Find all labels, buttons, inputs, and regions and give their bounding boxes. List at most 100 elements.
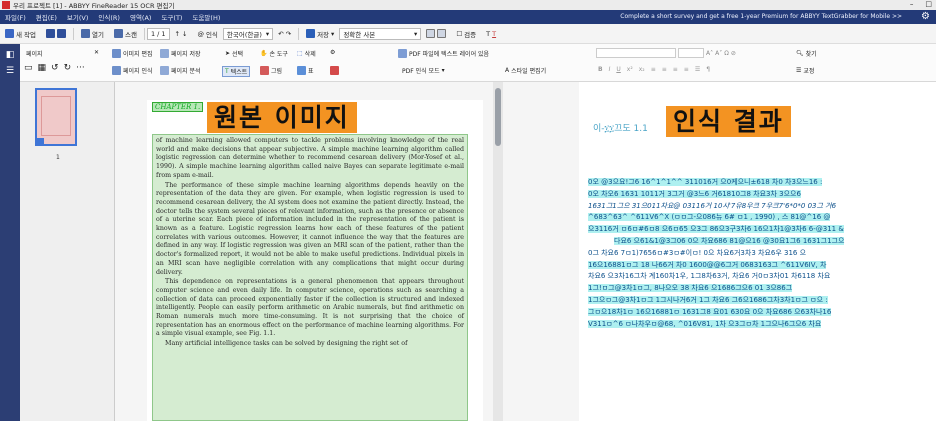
arrow-down-icon[interactable]: ↓ [182, 30, 187, 38]
ocr-line: V311ㅁ^6 ㅁ나차우ㅁ@68, ^016V81, 1차 으3그ㅁ차 1그으나… [588, 319, 822, 328]
area-options-button[interactable]: ⚙ [330, 49, 335, 56]
text-underline-icon[interactable]: T [492, 30, 496, 38]
ocr-line: 1그으ㅁ그@3차1ㅁ그 1그시나거6거 1그 차요6 그6으1686그차3차1ㅁ… [588, 295, 828, 304]
paragraph-icon[interactable]: ¶ [706, 66, 710, 73]
thumbnail-number: 1 [56, 154, 60, 161]
list-icon[interactable]: ☰ [695, 66, 700, 73]
hand-tool[interactable]: ✋ 손 도구 [260, 49, 288, 58]
pdf-layer-option[interactable]: PDF 파일에 텍스트 레이어 있음 [398, 49, 489, 58]
select-tool[interactable]: ➤ 선택 [225, 49, 243, 58]
text-cursor-icon[interactable]: T [486, 30, 490, 38]
divider [298, 27, 300, 40]
pages-view-icon[interactable]: ◧ [0, 50, 20, 60]
layers-button[interactable] [41, 29, 71, 38]
align-right-icon[interactable]: ≡ [673, 66, 678, 73]
list-view-icon[interactable]: ☰ [0, 66, 20, 76]
view-mode-icon[interactable] [426, 29, 436, 38]
pdf-mode-select[interactable]: PDF 인식 모드 ▾ [402, 66, 445, 75]
page-save-label: 페이지 저장 [171, 51, 201, 58]
grid-icon[interactable]: ▦ [38, 63, 47, 73]
open-button[interactable]: 열기 [76, 29, 109, 39]
more-icon[interactable]: ··· [76, 63, 85, 73]
special-chars-icon[interactable]: Ω [724, 50, 729, 57]
menu-bar: 파일(F) 편집(E) 보기(V) 인식(R) 영역(A) 도구(T) 도움말(… [0, 10, 936, 24]
justify-icon[interactable]: ≡ [684, 66, 689, 73]
font-name-input[interactable] [596, 48, 676, 58]
underline-icon[interactable]: U [616, 66, 620, 73]
picture-area-button[interactable]: 그림 [260, 66, 282, 75]
italic-icon[interactable]: I [609, 66, 611, 73]
text-view-icon[interactable] [437, 29, 447, 38]
window-title: 우리 프로젝트 [1] - ABBYY FineReader 15 OCR 편집… [13, 2, 175, 10]
page-thumbnail[interactable] [35, 88, 77, 146]
menu-help[interactable]: 도움말(H) [187, 12, 225, 22]
find-button[interactable]: 🔍︎ 찾기 [796, 49, 817, 58]
language-value: 한국어(한글) [226, 30, 262, 39]
font-size-input[interactable] [678, 48, 704, 58]
rotate-right-icon[interactable]: ↻ [64, 63, 72, 73]
recognize-page-button[interactable]: 페이지 인식 [112, 66, 153, 75]
verify-button[interactable]: ☐ 검증 [451, 29, 481, 39]
ocr-text[interactable]: 0오 @3으요!그6 16^1^1^^ 311016거 으0케으니±618 차0… [588, 177, 936, 330]
link-icon[interactable]: ⊘ [731, 50, 736, 57]
style-editor-icon: A [505, 67, 510, 74]
text-area-button[interactable]: T 텍스트 [222, 66, 251, 77]
align-left-icon[interactable]: ≡ [651, 66, 656, 73]
menu-view[interactable]: 보기(V) [62, 12, 93, 22]
select-label: 선택 [232, 51, 244, 58]
pdf-mode-label: PDF 인식 모드 [402, 68, 440, 75]
bold-icon[interactable]: B [598, 66, 603, 73]
superscript-icon[interactable]: x² [627, 66, 633, 73]
page-indicator[interactable]: 1 / 1 [146, 27, 170, 40]
barcode-area-button[interactable] [330, 66, 339, 75]
proofread-button[interactable]: ☰ 교정 [796, 66, 814, 75]
page-analysis-button[interactable]: 페이지 분석 [160, 66, 201, 75]
grow-font-icon[interactable]: A˄ [706, 50, 713, 57]
maximize-button[interactable]: □ [925, 0, 932, 8]
close-pages-button[interactable]: ✕ [94, 49, 99, 56]
menu-areas[interactable]: 영역(A) [125, 12, 156, 22]
table-area-button[interactable]: 표 [297, 66, 314, 75]
new-task-button[interactable]: 새 작업 [0, 29, 41, 39]
edit-image-button[interactable]: 이미지 편집 [112, 49, 153, 58]
shrink-font-icon[interactable]: A˅ [715, 50, 722, 57]
secondary-toolbar: 페이지 ✕ ▭ ▦ ↺ ↻ ··· 이미지 편집 페이지 저장 페이지 인식 페… [20, 44, 936, 82]
undo-redo: ↶ ↷ [273, 30, 296, 38]
text-area-block[interactable]: of machine learning allowed computers to… [152, 134, 468, 421]
redo-icon[interactable]: ↷ [286, 30, 291, 38]
edit-image-label: 이미지 편집 [123, 51, 153, 58]
chapter-heading-area[interactable]: CHAPTER 1. [152, 102, 204, 112]
accuracy-select[interactable]: 정확한 사본 ▾ [339, 27, 422, 40]
panel-splitter[interactable] [493, 82, 503, 421]
menu-tools[interactable]: 도구(T) [156, 12, 187, 22]
subscript-icon[interactable]: x₂ [639, 66, 645, 73]
save-icon[interactable]: ▭ [24, 63, 33, 73]
scrollbar-thumb[interactable] [495, 88, 501, 146]
recognize-button[interactable]: @ 인식 [192, 29, 222, 39]
promo-link[interactable]: Complete a short survey and get a free 1… [620, 13, 902, 20]
delete-area-button[interactable]: ⬚ 삭제 [297, 49, 316, 58]
paragraph: of machine learning allowed computers to… [156, 137, 464, 179]
ocr-line: 0오 차오6 1631 1011거 3그거 @3느6 거61810그8 차요3차… [588, 189, 801, 198]
scan-button[interactable]: 스캔 [109, 29, 142, 39]
result-heading[interactable]: 이-፲፲끄도 1.1 [593, 121, 648, 134]
gear-icon[interactable]: ⚙ [921, 11, 930, 22]
arrow-up-icon[interactable]: ↑ [175, 30, 180, 38]
page-save-icon [160, 49, 169, 58]
menu-edit[interactable]: 편집(E) [31, 12, 62, 22]
undo-icon[interactable]: ↶ [278, 30, 283, 38]
page-analysis-icon [160, 66, 169, 75]
save-button[interactable]: 저장 ▾ [301, 29, 339, 39]
page-save-button[interactable]: 페이지 저장 [160, 49, 201, 58]
page-nav: ↑ ↓ [170, 30, 193, 38]
menu-file[interactable]: 파일(F) [0, 12, 31, 22]
minimize-button[interactable]: – [910, 0, 914, 8]
hand-tool-label: 손 도구 [269, 51, 288, 58]
language-select[interactable]: 한국어(한글) ▾ [222, 27, 274, 40]
menu-recognize[interactable]: 인식(R) [93, 12, 125, 22]
align-center-icon[interactable]: ≡ [662, 66, 667, 73]
open-label: 열기 [92, 30, 104, 39]
style-editor-button[interactable]: A 스타일 편집기 [505, 66, 546, 75]
rotate-left-icon[interactable]: ↺ [51, 63, 59, 73]
recognize-page-label: 페이지 인식 [123, 68, 153, 75]
